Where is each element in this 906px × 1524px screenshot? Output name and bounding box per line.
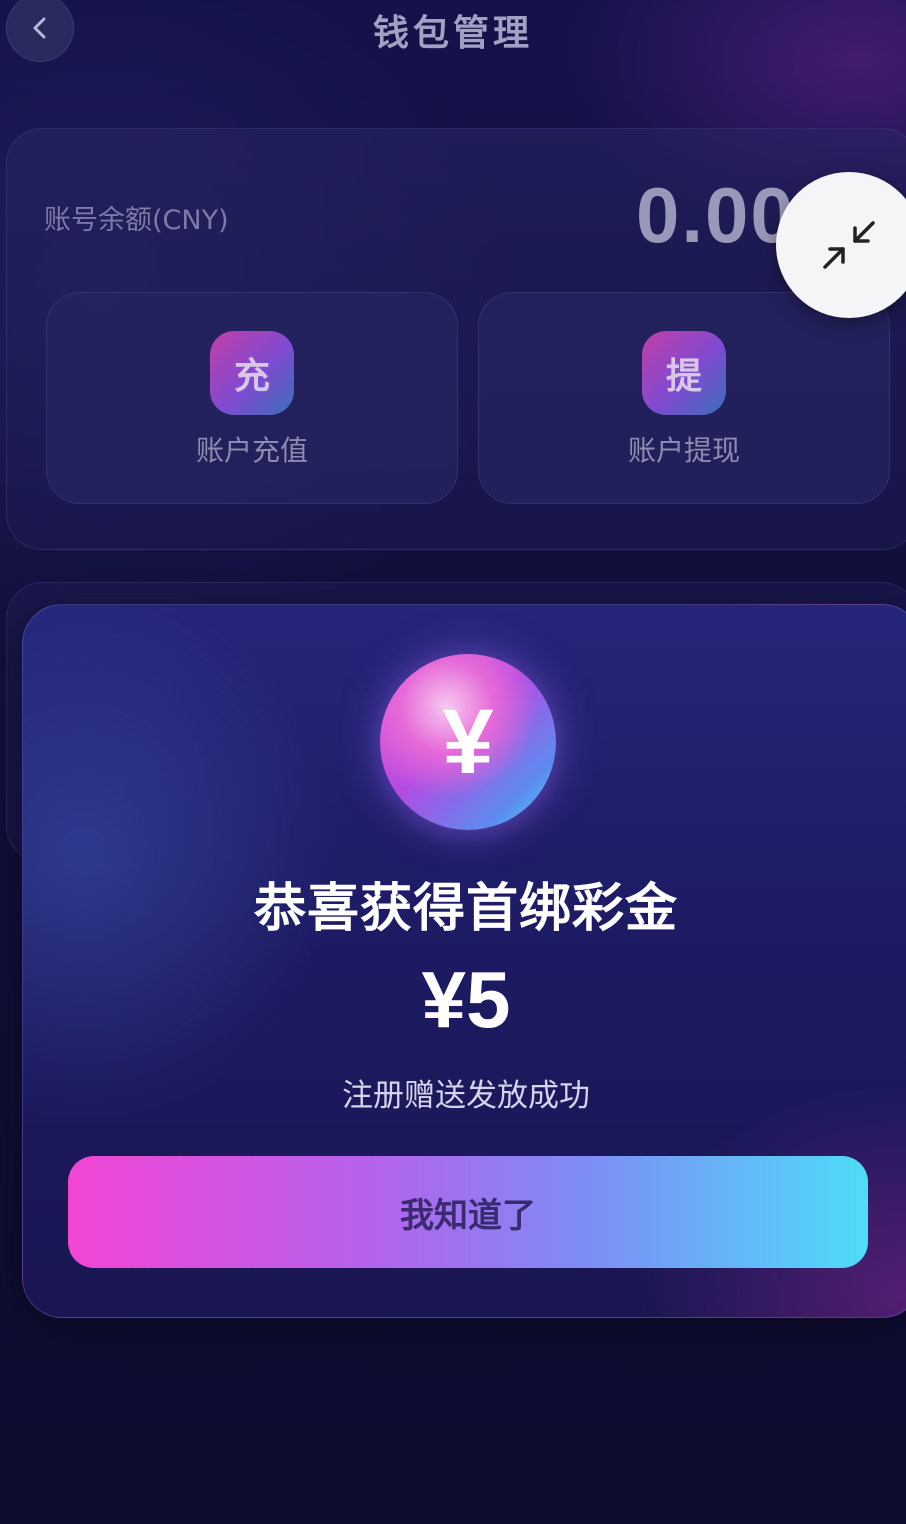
bonus-amount: ¥5 <box>421 955 511 1044</box>
recharge-label: 账户充值 <box>195 434 308 467</box>
coin-icon: ¥ <box>380 654 556 830</box>
withdraw-label: 账户提现 <box>627 434 740 467</box>
collapse-arrows-icon <box>823 221 875 269</box>
recharge-icon: 充 <box>210 331 294 415</box>
balance-value: 0.00 <box>636 171 796 259</box>
balance-label: 账号余额(CNY) <box>44 205 229 236</box>
coin-symbol: ¥ <box>442 690 494 793</box>
page-title: 钱包管理 <box>372 13 533 54</box>
wallet-screen: 钱包管理 账号余额(CNY) 0.00 充 账户充值 提 账户提现 ¥ 恭喜获得… <box>0 0 906 1524</box>
withdraw-button[interactable]: 提 账户提现 <box>478 292 890 504</box>
modal-title: 恭喜获得首绑彩金 <box>253 879 678 939</box>
recharge-button[interactable]: 充 账户充值 <box>46 292 458 504</box>
modal-subtitle: 注册赠送发放成功 <box>342 1078 590 1114</box>
withdraw-icon: 提 <box>642 331 726 415</box>
confirm-button[interactable]: 我知道了 <box>68 1156 868 1268</box>
